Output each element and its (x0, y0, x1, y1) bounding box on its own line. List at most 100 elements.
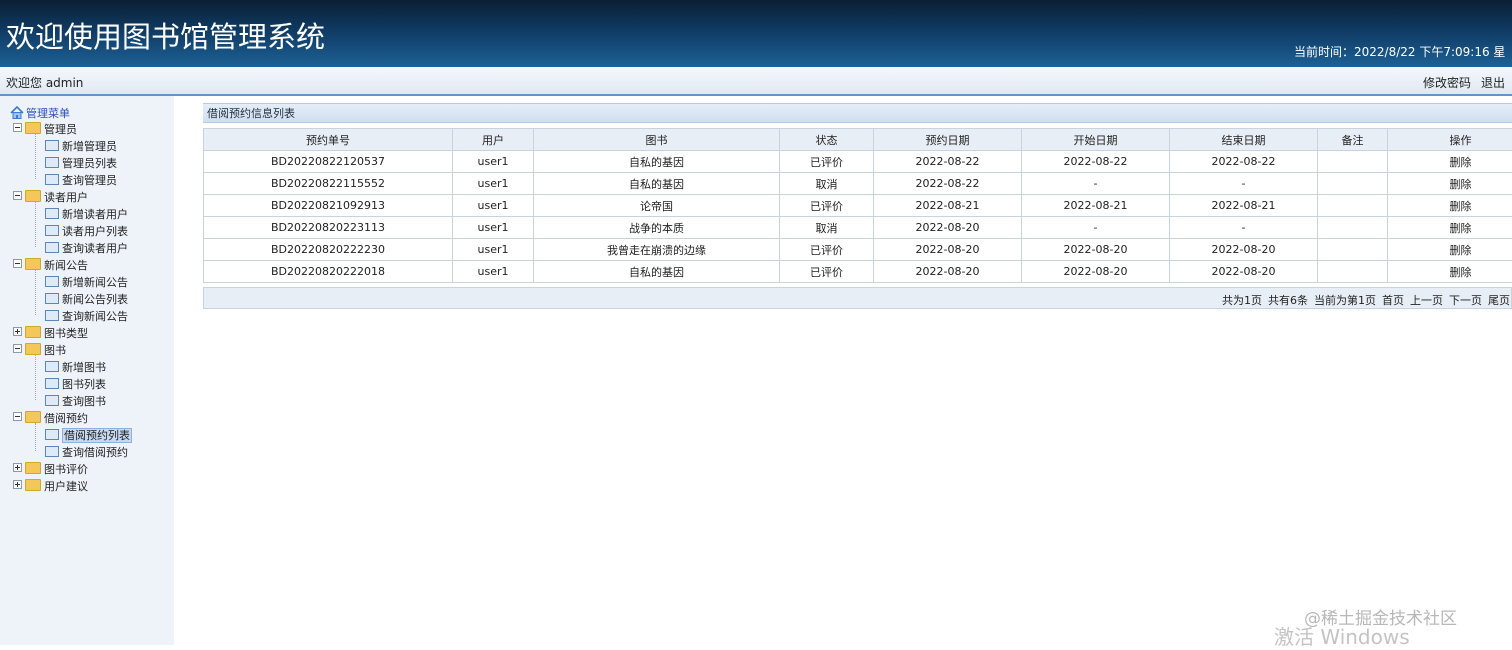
folder-icon (25, 190, 41, 202)
sidebar-item-admin-0[interactable]: 新增管理员 (45, 138, 117, 155)
sidebar-item-admin-1[interactable]: 管理员列表 (45, 155, 117, 172)
delete-button[interactable]: 删除 (1388, 195, 1512, 217)
collapse-icon[interactable] (13, 191, 22, 200)
sidebar-item-news-0[interactable]: 新增新闻公告 (45, 274, 128, 291)
cell-status: 已评价 (780, 195, 874, 217)
page-icon (45, 361, 59, 372)
folder-icon (25, 462, 41, 474)
sidebar-item-reader-1[interactable]: 读者用户列表 (45, 223, 128, 240)
cell-order-no: BD20220821092913 (204, 195, 453, 217)
sidebar-item-reservation-1[interactable]: 查询借阅预约 (45, 444, 128, 461)
expand-icon[interactable] (13, 480, 22, 489)
pagination: 共为1页共有6条当前为第1页首页上一页下一页尾页 (1222, 292, 1512, 308)
cell-remark (1318, 151, 1388, 173)
sidebar-item-label: 查询图书 (62, 395, 106, 408)
cell-user: user1 (453, 239, 534, 261)
cell-user: user1 (453, 261, 534, 283)
home-icon (10, 106, 24, 119)
folder-icon (25, 411, 41, 423)
sidebar-group-user-suggestion[interactable]: 用户建议 (13, 478, 88, 495)
total-records: 共有6条 (1268, 294, 1308, 307)
tree-guide-line (35, 270, 36, 315)
activate-windows-watermark: 激活 Windows (1274, 621, 1410, 650)
sidebar-item-reader-2[interactable]: 查询读者用户 (45, 240, 128, 257)
sidebar-group-book-type[interactable]: 图书类型 (13, 325, 88, 342)
cell-user: user1 (453, 151, 534, 173)
first-page-link[interactable]: 首页 (1382, 294, 1404, 307)
delete-button[interactable]: 删除 (1388, 239, 1512, 261)
sidebar-group-label: 用户建议 (44, 480, 88, 493)
collapse-icon[interactable] (13, 259, 22, 268)
page-icon (45, 276, 59, 287)
menu-root[interactable]: 管理菜单 (10, 105, 70, 122)
cell-remark (1318, 173, 1388, 195)
sidebar-item-book-0[interactable]: 新增图书 (45, 359, 106, 376)
sidebar-item-label: 查询管理员 (62, 174, 117, 187)
folder-icon (25, 343, 41, 355)
sidebar-item-reservation-0[interactable]: 借阅预约列表 (45, 427, 132, 444)
sidebar-item-admin-2[interactable]: 查询管理员 (45, 172, 117, 189)
sidebar-item-book-2[interactable]: 查询图书 (45, 393, 106, 410)
total-pages: 共为1页 (1222, 294, 1262, 307)
cell-status: 取消 (780, 173, 874, 195)
cell-order-no: BD20220820222230 (204, 239, 453, 261)
cell-status: 已评价 (780, 261, 874, 283)
cell-end-date: 2022-08-20 (1170, 239, 1318, 261)
cell-start-date: 2022-08-20 (1022, 261, 1170, 283)
folder-icon (25, 122, 41, 134)
page-icon (45, 140, 59, 151)
sidebar-group-label: 新闻公告 (44, 259, 88, 272)
page-icon (45, 208, 59, 219)
expand-icon[interactable] (13, 327, 22, 336)
sidebar-group-news[interactable]: 新闻公告 (13, 257, 88, 274)
cell-remark (1318, 239, 1388, 261)
collapse-icon[interactable] (13, 412, 22, 421)
folder-icon (25, 326, 41, 338)
table-row: BD20220820222018user1自私的基因已评价2022-08-202… (204, 261, 1512, 283)
sidebar-item-news-2[interactable]: 查询新闻公告 (45, 308, 128, 325)
sidebar-item-label: 管理员列表 (62, 157, 117, 170)
column-header-book: 图书 (534, 129, 780, 151)
expand-icon[interactable] (13, 463, 22, 472)
sidebar-item-label: 借阅预约列表 (62, 428, 132, 443)
next-page-link[interactable]: 下一页 (1449, 294, 1482, 307)
table-row: BD20220822120537user1自私的基因已评价2022-08-222… (204, 151, 1512, 173)
delete-button[interactable]: 删除 (1388, 173, 1512, 195)
cell-user: user1 (453, 195, 534, 217)
sidebar-group-book-review[interactable]: 图书评价 (13, 461, 88, 478)
cell-end-date: - (1170, 173, 1318, 195)
tree-guide-line (35, 134, 36, 179)
cell-end-date: - (1170, 217, 1318, 239)
sidebar-item-book-1[interactable]: 图书列表 (45, 376, 106, 393)
welcome-greeting: 欢迎您 admin (6, 74, 83, 91)
page-icon (45, 378, 59, 389)
sidebar-group-book[interactable]: 图书 (13, 342, 66, 359)
sidebar-group-reservation[interactable]: 借阅预约 (13, 410, 88, 427)
sidebar-group-reader[interactable]: 读者用户 (13, 189, 88, 206)
sidebar-menu: 管理菜单 管理员新增管理员管理员列表查询管理员读者用户新增读者用户读者用户列表查… (0, 96, 174, 645)
last-page-link[interactable]: 尾页 (1488, 294, 1510, 307)
collapse-icon[interactable] (13, 123, 22, 132)
cell-status: 已评价 (780, 151, 874, 173)
column-header-status: 状态 (780, 129, 874, 151)
sidebar-item-label: 查询新闻公告 (62, 310, 128, 323)
page-icon (45, 225, 59, 236)
sidebar-item-label: 查询读者用户 (62, 242, 128, 255)
prev-page-link[interactable]: 上一页 (1410, 294, 1443, 307)
collapse-icon[interactable] (13, 344, 22, 353)
tree-guide-line (35, 202, 36, 247)
sidebar-group-admin[interactable]: 管理员 (13, 121, 77, 138)
page-icon (45, 157, 59, 168)
sidebar-item-news-1[interactable]: 新闻公告列表 (45, 291, 128, 308)
delete-button[interactable]: 删除 (1388, 151, 1512, 173)
cell-book: 自私的基因 (534, 173, 780, 195)
page-icon (45, 429, 59, 440)
column-header-user: 用户 (453, 129, 534, 151)
logout-link[interactable]: 退出 (1481, 76, 1505, 90)
column-header-start-date: 开始日期 (1022, 129, 1170, 151)
sidebar-item-reader-0[interactable]: 新增读者用户 (45, 206, 128, 223)
column-header-end-date: 结束日期 (1170, 129, 1318, 151)
delete-button[interactable]: 删除 (1388, 217, 1512, 239)
delete-button[interactable]: 删除 (1388, 261, 1512, 283)
change-password-link[interactable]: 修改密码 (1423, 76, 1471, 90)
